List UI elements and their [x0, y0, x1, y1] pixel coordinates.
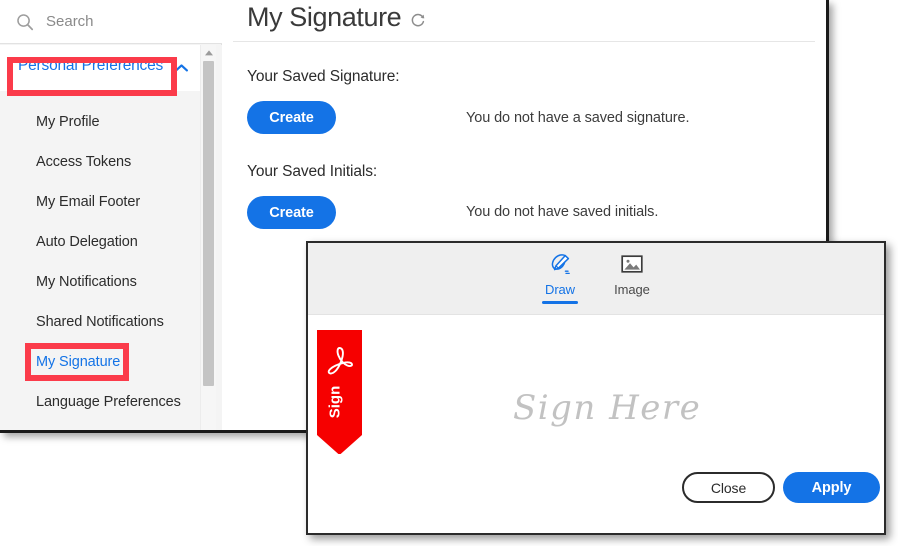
sign-tag-label: Sign	[327, 386, 344, 419]
picture-icon	[620, 252, 644, 276]
sidebar-item-language-preferences[interactable]: Language Preferences	[0, 382, 200, 422]
left-navigation-panel: Personal Preferences My Profile Access T…	[0, 0, 222, 430]
dialog-tab-bar: Draw Image	[308, 243, 884, 315]
tab-image-label: Image	[614, 282, 650, 297]
sidebar-group-label: Personal Preferences	[18, 57, 164, 74]
dialog-tabs: Draw Image	[532, 252, 660, 304]
saved-initials-status: You do not have saved initials.	[466, 204, 659, 220]
caret-up-icon[interactable]	[203, 47, 215, 59]
signature-dialog: Draw Image Sign Sign Here Close Apply	[306, 241, 886, 535]
saved-initials-label: Your Saved Initials:	[247, 163, 378, 180]
tab-image[interactable]: Image	[604, 252, 660, 304]
navigation-scroll-area: Personal Preferences My Profile Access T…	[0, 45, 222, 430]
sidebar-item-label: Auto Delegation	[36, 234, 138, 250]
sidebar-item-shared-notifications[interactable]: Shared Notifications	[0, 302, 200, 342]
create-signature-button[interactable]: Create	[247, 101, 336, 134]
sidebar-group-personal-preferences[interactable]: Personal Preferences	[0, 45, 200, 91]
close-button[interactable]: Close	[682, 472, 775, 503]
scrollbar-thumb[interactable]	[203, 61, 214, 386]
sidebar-item-label: My Profile	[36, 114, 100, 130]
sidebar-item-auto-delegation[interactable]: Auto Delegation	[0, 222, 200, 262]
title-divider	[233, 41, 815, 42]
saved-signature-label: Your Saved Signature:	[247, 68, 400, 85]
sidebar-item-my-signature[interactable]: My Signature	[0, 342, 200, 382]
page-title: My Signature	[247, 2, 402, 32]
sidebar-item-label: Access Tokens	[36, 154, 132, 170]
chevron-up-icon[interactable]	[174, 63, 189, 73]
create-initials-button[interactable]: Create	[247, 196, 336, 229]
sidebar-item-my-profile[interactable]: My Profile	[0, 102, 200, 142]
pen-nib-icon	[548, 252, 572, 276]
sign-here-placeholder: Sign Here	[513, 388, 702, 428]
tab-draw-label: Draw	[545, 282, 575, 297]
sidebar-item-my-email-footer[interactable]: My Email Footer	[0, 182, 200, 222]
sidebar-item-access-tokens[interactable]: Access Tokens	[0, 142, 200, 182]
sidebar-item-label: My Signature	[36, 354, 121, 370]
saved-signature-status: You do not have a saved signature.	[466, 110, 690, 126]
sidebar-item-label: My Notifications	[36, 274, 137, 290]
sidebar-item-my-notifications[interactable]: My Notifications	[0, 262, 200, 302]
signature-draw-canvas[interactable]: Sign Sign Here	[308, 316, 884, 457]
search-input[interactable]	[46, 13, 196, 30]
sidebar-item-label: My Email Footer	[36, 194, 141, 210]
sidebar-item-label: Shared Notifications	[36, 314, 164, 330]
search-box[interactable]	[0, 0, 222, 44]
dialog-footer: Close Apply	[308, 454, 884, 533]
page-title-row: My Signature	[247, 2, 426, 33]
search-icon	[17, 13, 34, 30]
sidebar-item-label: Language Preferences	[36, 394, 181, 410]
apply-button[interactable]: Apply	[783, 472, 880, 503]
refresh-icon[interactable]	[410, 12, 426, 28]
sidebar-scrollbar[interactable]	[200, 45, 216, 430]
tab-draw[interactable]: Draw	[532, 252, 588, 304]
sign-tag: Sign	[317, 330, 362, 455]
